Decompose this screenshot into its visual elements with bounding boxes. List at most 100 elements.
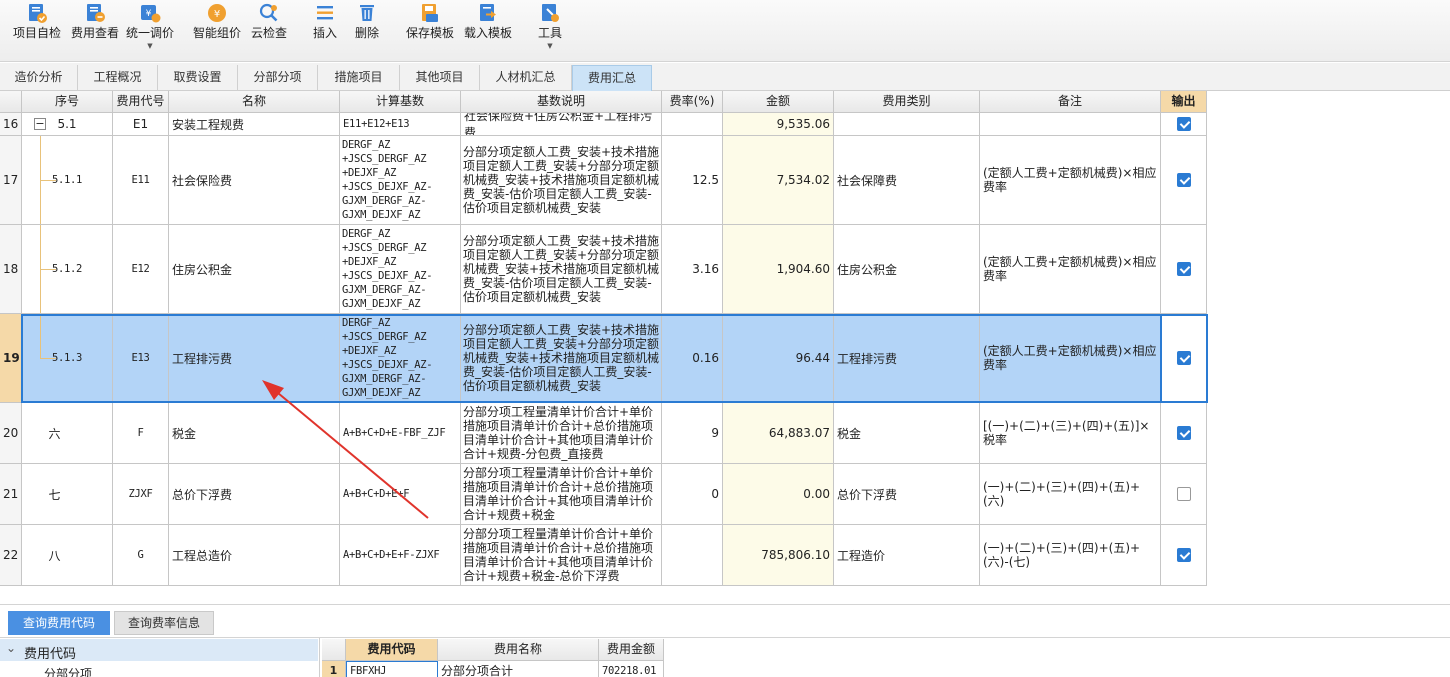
insert-button[interactable]: 插入 xyxy=(304,0,346,62)
smart-pricing-button[interactable]: ¥ 智能组价 xyxy=(190,0,244,62)
header-amount[interactable]: 金额 xyxy=(723,91,834,113)
header-fee-name[interactable]: 费用名称 xyxy=(438,639,599,661)
tree-item-sub-items[interactable]: 分部分项 xyxy=(44,665,92,677)
save-template-icon xyxy=(422,4,438,22)
rate-cell[interactable]: 0 xyxy=(662,464,723,525)
remark-cell[interactable] xyxy=(980,113,1161,136)
category-cell[interactable]: 住房公积金 xyxy=(834,225,980,314)
code-cell[interactable]: E1 xyxy=(113,113,169,136)
header-corner xyxy=(322,639,346,661)
code-cell[interactable]: E13 xyxy=(113,314,169,403)
output-checkbox[interactable] xyxy=(1176,117,1191,131)
tree-root-row[interactable]: ⌄ 费用代码 xyxy=(0,639,318,662)
output-checkbox[interactable] xyxy=(1176,351,1191,365)
tab-query-fee-code[interactable]: 查询费用代码 xyxy=(8,611,110,635)
category-cell[interactable] xyxy=(834,113,980,136)
code-cell[interactable]: G xyxy=(113,525,169,586)
fee-code-cell[interactable]: FBFXHJ xyxy=(346,661,438,677)
calc-base-cell[interactable]: A+B+C+D+E+F-ZJXF xyxy=(340,525,461,586)
load-template-icon xyxy=(480,4,496,21)
tab-measure-items[interactable]: 措施项目 xyxy=(318,65,400,91)
header-output[interactable]: 输出 xyxy=(1161,91,1207,113)
rate-cell[interactable]: 3.16 xyxy=(662,225,723,314)
load-template-button[interactable]: 载入模板 xyxy=(460,0,516,62)
calc-base-cell[interactable]: E11+E12+E13 xyxy=(340,113,461,136)
tab-fee-summary[interactable]: 费用汇总 xyxy=(572,65,652,91)
calc-base-cell[interactable]: DERGF_AZ +JSCS_DERGF_AZ +DEJXF_AZ +JSCS_… xyxy=(340,225,461,314)
name-cell[interactable]: 住房公积金 xyxy=(169,225,340,314)
seq-cell: 七 xyxy=(22,464,113,525)
remark-cell[interactable]: (一)+(二)+(三)+(四)+(五)+(六)-(七) xyxy=(980,525,1161,586)
query-panel: 查询费用代码 查询费率信息 ⌄ 费用代码 分部分项 费用代码 费用名称 费用金额… xyxy=(0,604,1450,677)
price-adjust-icon: ¥ xyxy=(141,5,161,23)
output-checkbox[interactable] xyxy=(1176,173,1191,187)
header-fee-code[interactable]: 费用代码 xyxy=(346,639,438,661)
collapse-toggle-icon[interactable]: − xyxy=(34,118,46,130)
name-cell[interactable]: 社会保险费 xyxy=(169,136,340,225)
tab-other-items[interactable]: 其他项目 xyxy=(400,65,480,91)
name-cell[interactable]: 总价下浮费 xyxy=(169,464,340,525)
rate-cell[interactable]: 9 xyxy=(662,403,723,464)
header-seq[interactable]: 序号 xyxy=(22,91,113,113)
calc-base-cell[interactable]: A+B+C+D+E+F xyxy=(340,464,461,525)
name-cell[interactable]: 工程总造价 xyxy=(169,525,340,586)
header-code[interactable]: 费用代号 xyxy=(113,91,169,113)
save-template-button[interactable]: 保存模板 xyxy=(402,0,458,62)
tab-fee-settings[interactable]: 取费设置 xyxy=(158,65,238,91)
rate-cell[interactable] xyxy=(662,525,723,586)
code-cell[interactable]: ZJXF xyxy=(113,464,169,525)
header-fee-amount[interactable]: 费用金额 xyxy=(599,639,664,661)
tools-button[interactable]: 工具 ▼ xyxy=(530,0,570,62)
header-remark[interactable]: 备注 xyxy=(980,91,1161,113)
category-cell[interactable]: 工程造价 xyxy=(834,525,980,586)
calc-base-cell[interactable]: DERGF_AZ +JSCS_DERGF_AZ +DEJXF_AZ +JSCS_… xyxy=(340,136,461,225)
remark-cell[interactable]: [(一)+(二)+(三)+(四)+(五)]×税率 xyxy=(980,403,1161,464)
amount-cell: 64,883.07 xyxy=(723,403,834,464)
calc-base-cell[interactable]: DERGF_AZ +JSCS_DERGF_AZ +DEJXF_AZ +JSCS_… xyxy=(340,314,461,403)
tab-labor-material-summary[interactable]: 人材机汇总 xyxy=(480,65,572,91)
rate-cell[interactable]: 0.16 xyxy=(662,314,723,403)
row-number: 16 xyxy=(0,113,22,136)
project-self-check-button[interactable]: 项目自检 xyxy=(8,0,66,62)
cloud-check-button[interactable]: 云检查 xyxy=(246,0,292,62)
tab-cost-analysis[interactable]: 造价分析 xyxy=(0,65,78,91)
remark-cell[interactable]: (定额人工费+定额机械费)×相应费率 xyxy=(980,225,1161,314)
category-cell[interactable]: 税金 xyxy=(834,403,980,464)
delete-button[interactable]: 删除 xyxy=(346,0,388,62)
header-name[interactable]: 名称 xyxy=(169,91,340,113)
code-cell[interactable]: F xyxy=(113,403,169,464)
output-checkbox[interactable] xyxy=(1176,262,1191,276)
header-calc-base[interactable]: 计算基数 xyxy=(340,91,461,113)
rate-cell[interactable]: 12.5 xyxy=(662,136,723,225)
tab-sub-items[interactable]: 分部分项 xyxy=(238,65,318,91)
name-cell[interactable]: 税金 xyxy=(169,403,340,464)
row-number: 21 xyxy=(0,464,22,525)
name-cell[interactable]: 安装工程规费 xyxy=(169,113,340,136)
calc-base-cell[interactable]: A+B+C+D+E-FBF_ZJF xyxy=(340,403,461,464)
fee-name-cell[interactable]: 分部分项合计 xyxy=(438,661,599,677)
remark-cell[interactable]: (定额人工费+定额机械费)×相应费率 xyxy=(980,314,1161,403)
toolbar: 项目自检 费用查看 ¥ 统一调价 ▼ ¥ 智能组价 云检查 插入 删除 保存模板… xyxy=(0,0,1450,62)
header-rate[interactable]: 费率(%) xyxy=(662,91,723,113)
seq-text: 5.1.3 xyxy=(51,352,83,364)
output-checkbox[interactable] xyxy=(1176,548,1191,562)
code-cell[interactable]: E11 xyxy=(113,136,169,225)
header-category[interactable]: 费用类别 xyxy=(834,91,980,113)
toolbar-label: 统一调价 xyxy=(125,26,174,40)
remark-cell[interactable]: (定额人工费+定额机械费)×相应费率 xyxy=(980,136,1161,225)
chevron-down-icon[interactable]: ⌄ xyxy=(6,641,16,655)
name-cell[interactable]: 工程排污费 xyxy=(169,314,340,403)
tab-project-overview[interactable]: 工程概况 xyxy=(78,65,158,91)
category-cell[interactable]: 总价下浮费 xyxy=(834,464,980,525)
rate-cell[interactable] xyxy=(662,113,723,136)
code-cell[interactable]: E12 xyxy=(113,225,169,314)
category-cell[interactable]: 社会保障费 xyxy=(834,136,980,225)
output-checkbox[interactable] xyxy=(1176,426,1191,440)
unified-price-adjust-button[interactable]: ¥ 统一调价 ▼ xyxy=(124,0,176,62)
remark-cell[interactable]: (一)+(二)+(三)+(四)+(五)+(六) xyxy=(980,464,1161,525)
view-fee-button[interactable]: 费用查看 xyxy=(66,0,124,62)
tab-query-rate-info[interactable]: 查询费率信息 xyxy=(114,611,214,635)
category-cell[interactable]: 工程排污费 xyxy=(834,314,980,403)
header-base-desc[interactable]: 基数说明 xyxy=(461,91,662,113)
output-checkbox[interactable] xyxy=(1176,487,1191,501)
